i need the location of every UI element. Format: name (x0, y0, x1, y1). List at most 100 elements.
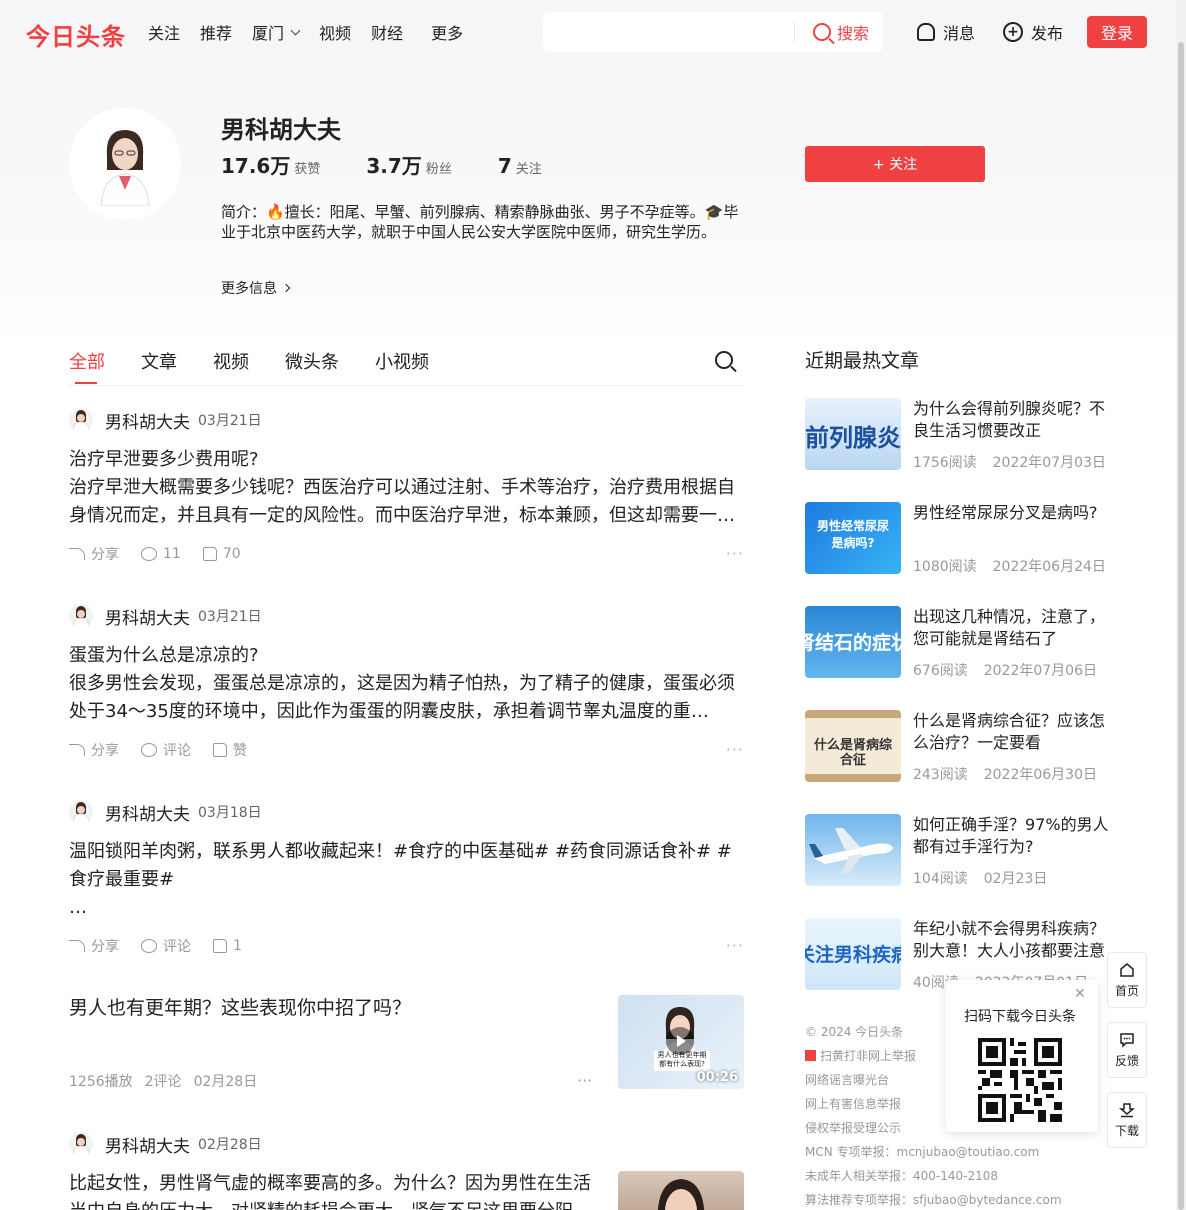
like-button[interactable]: 赞 (213, 740, 247, 760)
hot-article-item[interactable]: 什么是肾病综合征 什么是肾病综合征？应该怎么治疗？一定要看 243阅读 2022年… (805, 710, 1115, 783)
like-label: 赞 (233, 743, 247, 759)
hot-article-item[interactable]: 前列腺炎 为什么会得前列腺炎呢？不良生活习惯要改正 1756阅读 2022年07月… (805, 398, 1115, 471)
post-author-name[interactable]: 男科胡大夫 (105, 800, 190, 825)
share-icon (69, 940, 85, 952)
hot-article-title: 年纪小就不会得男科疾病？别大意！大人小孩都要注意 (913, 919, 1106, 960)
qr-download-popup: ✕ 扫码下载今日头条 (946, 980, 1098, 1132)
comment-count: 11 (163, 546, 181, 562)
tab-short-videos[interactable]: 小视频 (375, 348, 429, 374)
chevron-right-icon (281, 283, 291, 293)
toutiao-logo[interactable]: 今日头条 (26, 17, 126, 52)
hot-article-item[interactable]: 如何正确手淫？97%的男人都有过手淫行为? 104阅读 02月23日 (805, 814, 1115, 888)
footer-algorithm-report[interactable]: 算法推荐专项举报：sfjubao@bytedance.com (805, 1188, 1062, 1210)
post-body: … (69, 897, 87, 918)
top-bar: 今日头条 关注 推荐 厦门 视频 财经 更多 搜索 消息 + 发布 登录 (0, 0, 1186, 64)
messages-button[interactable]: 消息 (917, 20, 975, 44)
hot-article-thumbnail: 什么是肾病综合征 (805, 710, 901, 782)
avatar-portrait (100, 130, 150, 206)
post-content[interactable]: 温阳锁阳羊肉粥，联系男人都收藏起来！#食疗的中医基础# #药食同源话食补# #食… (69, 838, 744, 922)
qr-title: 扫码下载今日头条 (964, 1009, 1076, 1025)
report-icon (805, 1050, 816, 1061)
share-button[interactable]: 分享 (69, 936, 119, 956)
nav-more[interactable]: 更多 (431, 20, 463, 44)
following-count[interactable]: 7 (498, 154, 512, 178)
hot-article-title: 为什么会得前列腺炎呢？不良生活习惯要改正 (913, 399, 1106, 440)
home-button[interactable]: 首页 (1107, 952, 1147, 1008)
nav-recommend[interactable]: 推荐 (200, 20, 232, 44)
like-count: 1 (233, 938, 242, 954)
post-date: 03月21日 (198, 413, 262, 429)
follow-button[interactable]: + 关注 (805, 146, 985, 182)
author-bio: 简介：🔥擅长：阳尾、早蟹、前列腺病、精索静脉曲张、男子不孕症等。🎓毕业于北京中医… (221, 203, 739, 241)
feed-item[interactable]: 男科胡大夫 03月21日 治疗早泄要多少费用呢? 治疗早泄大概需要多少钱呢？西医… (69, 406, 744, 564)
fans-label[interactable]: 粉丝 (426, 158, 452, 177)
feed-item[interactable]: 男科胡大夫 03月18日 温阳锁阳羊肉粥，联系男人都收藏起来！#食疗的中医基础#… (69, 798, 744, 956)
more-options-icon[interactable]: ··· (577, 1071, 592, 1090)
post-body: 治疗早泄大概需要多少钱呢？西医治疗可以通过注射、手术等治疗，治疗费用根据自身情况… (69, 477, 735, 526)
login-button[interactable]: 登录 (1087, 16, 1147, 48)
more-options-icon[interactable]: ··· (726, 544, 744, 563)
close-icon[interactable]: ✕ (1074, 986, 1086, 1002)
share-button[interactable]: 分享 (69, 740, 119, 760)
search-icon[interactable] (715, 351, 733, 369)
hot-article-item[interactable]: 男性经常尿尿是病吗? 男性经常尿尿分叉是病吗? 1080阅读 2022年06月24… (805, 502, 1115, 575)
comment-button[interactable]: 评论 (141, 740, 191, 760)
following-label[interactable]: 关注 (516, 158, 542, 177)
post-content[interactable]: 治疗早泄要多少费用呢? 治疗早泄大概需要多少钱呢？西医治疗可以通过注射、手术等治… (69, 446, 744, 530)
post-thumbnail[interactable] (618, 1171, 744, 1210)
more-info-link[interactable]: 更多信息 (221, 278, 291, 298)
hot-article-item[interactable]: 肾结石的症状 出现这几种情况，注意了，您可能就是肾结石了 676阅读 2022年0… (805, 606, 1115, 679)
page-scrollbar[interactable] (1176, 0, 1186, 1210)
hot-article-date: 2022年07月03日 (992, 455, 1106, 471)
nav-video[interactable]: 视频 (319, 20, 351, 44)
post-body[interactable]: 比起女性，男性肾气虚的概率要高的多。为什么？因为男性在生活当中自身的压力大，对肾… (69, 1170, 599, 1210)
feedback-button[interactable]: 反馈 (1107, 1022, 1147, 1078)
more-options-icon[interactable]: ··· (726, 740, 744, 759)
comment-button[interactable]: 评论 (141, 936, 191, 956)
tab-videos[interactable]: 视频 (213, 348, 249, 374)
author-avatar-small[interactable] (69, 408, 93, 432)
search-icon (812, 23, 831, 41)
search-button-label: 搜索 (836, 24, 869, 43)
hot-article-date: 2022年06月24日 (992, 559, 1106, 575)
active-tab-indicator (75, 382, 97, 384)
play-icon[interactable] (666, 1027, 694, 1055)
video-thumbnail[interactable]: 男人也有更年期 都有什么表现? 00:26 (618, 995, 744, 1089)
post-author-name[interactable]: 男科胡大夫 (105, 408, 190, 433)
like-button[interactable]: 1 (213, 938, 242, 954)
search-button[interactable]: 搜索 (795, 20, 883, 44)
download-button[interactable]: 下载 (1107, 1092, 1147, 1148)
tab-all[interactable]: 全部 (69, 348, 105, 374)
comment-button[interactable]: 11 (141, 546, 181, 562)
footer-mcn-report[interactable]: MCN 专项举报：mcnjubao@toutiao.com (805, 1140, 1062, 1164)
post-date: 02月28日 (198, 1137, 262, 1153)
video-date: 02月28日 (193, 1074, 258, 1090)
video-item[interactable]: 男人也有更年期？这些表现你中招了吗？ 1256播放 2评论 02月28日 ···… (69, 995, 744, 1090)
hot-article-thumb-text: 什么是肾病综合征 (813, 738, 892, 768)
nav-finance[interactable]: 财经 (371, 20, 403, 44)
author-avatar-small[interactable] (69, 604, 93, 628)
feed-item[interactable]: 男科胡大夫 03月21日 蛋蛋为什么总是凉凉的? 很多男性会发现，蛋蛋总是凉凉的… (69, 602, 744, 760)
more-options-icon[interactable]: ··· (726, 936, 744, 955)
post-author-name[interactable]: 男科胡大夫 (105, 604, 190, 629)
nav-follow[interactable]: 关注 (148, 20, 180, 44)
publish-button[interactable]: + 发布 (1003, 20, 1063, 44)
author-avatar-small[interactable] (69, 800, 93, 824)
tab-micro[interactable]: 微头条 (285, 348, 339, 374)
tab-articles[interactable]: 文章 (141, 348, 177, 374)
hot-article-title: 出现这几种情况，注意了，您可能就是肾结石了 (913, 607, 1106, 648)
post-thumbnail-person (657, 1179, 705, 1210)
nav-city[interactable]: 厦门 (252, 20, 301, 44)
post-content[interactable]: 蛋蛋为什么总是凉凉的? 很多男性会发现，蛋蛋总是凉凉的，这是因为精子怕热，为了精… (69, 642, 744, 726)
hot-articles-title: 近期最热文章 (805, 350, 920, 372)
post-author-name[interactable]: 男科胡大夫 (105, 1132, 190, 1157)
like-button[interactable]: 70 (202, 546, 241, 562)
fans-count[interactable]: 3.7万 (366, 150, 421, 179)
scrollbar-thumb[interactable] (1178, 42, 1184, 1210)
author-avatar[interactable] (69, 108, 181, 220)
author-avatar-small[interactable] (69, 1132, 93, 1156)
search-input[interactable] (543, 13, 794, 51)
hot-article-meta: 104阅读 02月23日 (913, 868, 1063, 888)
feed-item[interactable]: 男科胡大夫 02月28日 比起女性，男性肾气虚的概率要高的多。为什么？因为男性在… (69, 1130, 744, 1210)
share-button[interactable]: 分享 (69, 544, 119, 564)
